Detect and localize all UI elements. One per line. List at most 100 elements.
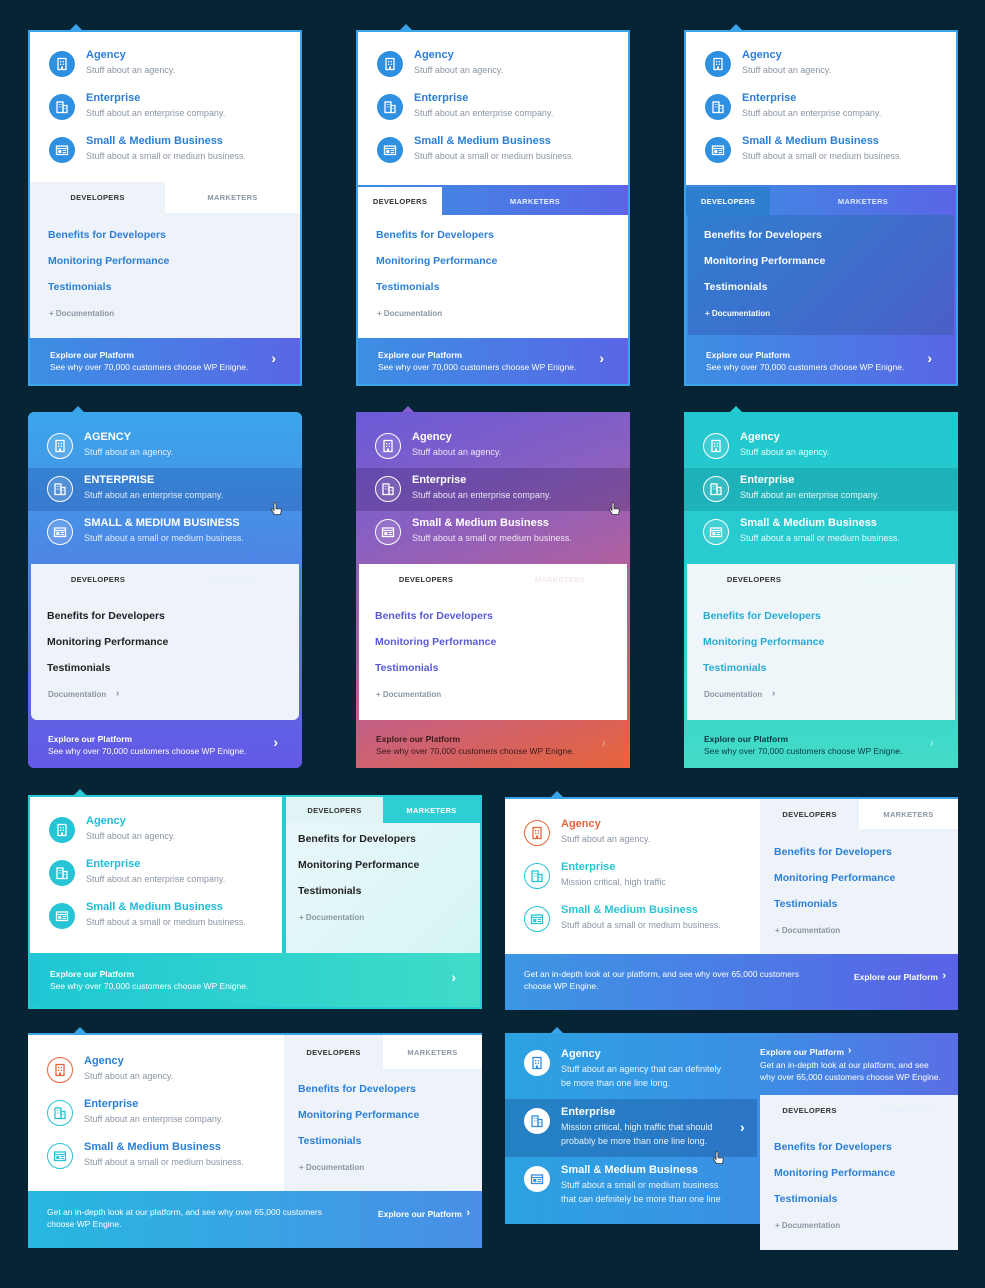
menu-item-enterprise[interactable]: Enterprise Stuff about an enterprise comp… bbox=[686, 91, 956, 125]
link-testimonials[interactable]: Testimonials bbox=[375, 662, 438, 674]
link-benefits[interactable]: Benefits for Developers bbox=[774, 846, 892, 858]
platform-footer[interactable]: Get an in-depth look at our platform, an… bbox=[28, 1191, 482, 1248]
documentation-link[interactable]: Documentation bbox=[704, 690, 762, 699]
link-testimonials[interactable]: Testimonials bbox=[48, 281, 111, 293]
link-testimonials[interactable]: Testimonials bbox=[376, 281, 439, 293]
menu-item-smb[interactable]: Small & Medium Business Stuff about a sma… bbox=[356, 516, 630, 550]
link-monitoring[interactable]: Monitoring Performance bbox=[376, 255, 497, 267]
tab-developers[interactable]: DEVELOPERS bbox=[687, 564, 821, 595]
link-testimonials[interactable]: Testimonials bbox=[704, 281, 767, 293]
link-testimonials[interactable]: Testimonials bbox=[774, 898, 837, 910]
link-testimonials[interactable]: Testimonials bbox=[298, 885, 361, 897]
chevron-right-icon[interactable]: › bbox=[740, 1119, 745, 1135]
documentation-link[interactable]: + Documentation bbox=[49, 309, 114, 318]
link-testimonials[interactable]: Testimonials bbox=[703, 662, 766, 674]
menu-item-enterprise[interactable]: ENTERPRISE Stuff about an enterprise comp… bbox=[28, 473, 302, 507]
chevron-right-icon[interactable]: › bbox=[927, 350, 932, 366]
tab-developers[interactable]: DEVELOPERS bbox=[286, 797, 383, 823]
documentation-link[interactable]: + Documentation bbox=[376, 690, 441, 699]
link-benefits[interactable]: Benefits for Developers bbox=[298, 833, 416, 845]
chevron-right-icon[interactable]: › bbox=[929, 734, 934, 750]
platform-footer[interactable]: Get an in-depth look at our platform, an… bbox=[505, 954, 958, 1010]
link-monitoring[interactable]: Monitoring Performance bbox=[298, 859, 419, 871]
menu-item-agency[interactable]: Agency Stuff about an agency. bbox=[684, 430, 958, 464]
link-benefits[interactable]: Benefits for Developers bbox=[47, 610, 165, 622]
tab-marketers[interactable]: MARKETERS bbox=[493, 564, 627, 595]
documentation-link[interactable]: + Documentation bbox=[299, 1163, 364, 1172]
tab-marketers[interactable]: MARKETERS bbox=[859, 799, 958, 829]
platform-footer[interactable]: Explore our Platform See why over 70,000 … bbox=[30, 953, 480, 1007]
tab-developers[interactable]: DEVELOPERS bbox=[760, 1095, 859, 1125]
menu-item-enterprise[interactable]: Enterprise Stuff about an enterprise comp… bbox=[684, 473, 958, 507]
chevron-right-icon[interactable]: › bbox=[273, 734, 278, 750]
tab-marketers[interactable]: MARKETERS bbox=[165, 182, 300, 213]
documentation-link[interactable]: + Documentation bbox=[775, 926, 840, 935]
link-benefits[interactable]: Benefits for Developers bbox=[375, 610, 493, 622]
chevron-right-icon[interactable]: › bbox=[599, 350, 604, 366]
tab-developers[interactable]: DEVELOPERS bbox=[30, 182, 165, 213]
link-monitoring[interactable]: Monitoring Performance bbox=[48, 255, 169, 267]
link-testimonials[interactable]: Testimonials bbox=[774, 1193, 837, 1205]
documentation-link[interactable]: + Documentation bbox=[775, 1221, 840, 1230]
tab-developers[interactable]: DEVELOPERS bbox=[686, 187, 770, 215]
menu-item-smb[interactable]: SMALL & MEDIUM BUSINESS Stuff about a sma… bbox=[28, 516, 302, 550]
link-monitoring[interactable]: Monitoring Performance bbox=[375, 636, 496, 648]
chevron-right-icon[interactable]: › bbox=[451, 969, 456, 985]
tab-marketers[interactable]: MARKETERS bbox=[383, 1035, 482, 1069]
link-benefits[interactable]: Benefits for Developers bbox=[48, 229, 166, 241]
explore-platform-link[interactable]: Explore our Platform bbox=[854, 972, 938, 982]
menu-item-enterprise[interactable]: Enterprise Mission critical, high traffic… bbox=[505, 1105, 757, 1155]
link-benefits[interactable]: Benefits for Developers bbox=[376, 229, 494, 241]
documentation-link[interactable]: Documentation bbox=[48, 690, 106, 699]
tab-developers[interactable]: DEVELOPERS bbox=[760, 799, 859, 829]
link-benefits[interactable]: Benefits for Developers bbox=[704, 229, 822, 241]
link-testimonials[interactable]: Testimonials bbox=[298, 1135, 361, 1147]
documentation-link[interactable]: + Documentation bbox=[377, 309, 442, 318]
link-monitoring[interactable]: Monitoring Performance bbox=[47, 636, 168, 648]
tab-marketers[interactable]: MARKETERS bbox=[442, 187, 628, 215]
platform-footer[interactable]: Explore our Platform See why over 70,000 … bbox=[358, 338, 628, 384]
link-monitoring[interactable]: Monitoring Performance bbox=[703, 636, 824, 648]
link-benefits[interactable]: Benefits for Developers bbox=[298, 1083, 416, 1095]
tab-marketers[interactable]: MARKETERS bbox=[165, 564, 299, 595]
tab-marketers[interactable]: MARKETERS bbox=[821, 564, 955, 595]
documentation-link[interactable]: + Documentation bbox=[705, 309, 770, 318]
menu-item-smb[interactable]: Small & Medium Business Stuff about a sma… bbox=[30, 134, 300, 168]
tab-developers[interactable]: DEVELOPERS bbox=[31, 564, 165, 595]
chevron-right-icon[interactable]: › bbox=[601, 734, 606, 750]
menu-item-smb[interactable]: Small & Medium Business Stuff about a sma… bbox=[684, 516, 958, 550]
menu-item-agency[interactable]: Agency Stuff about an agency. bbox=[358, 48, 628, 82]
menu-item-agency[interactable]: AGENCY Stuff about an agency. bbox=[28, 430, 302, 464]
menu-item-agency[interactable]: Agency Stuff about an agency. bbox=[356, 430, 630, 464]
tab-developers[interactable]: DEVELOPERS bbox=[284, 1035, 383, 1069]
menu-item-smb[interactable]: Small & Medium Business Stuff about a sma… bbox=[686, 134, 956, 168]
explore-platform-link[interactable]: Explore our Platform bbox=[760, 1047, 844, 1057]
menu-item-enterprise[interactable]: Enterprise Stuff about an enterprise comp… bbox=[30, 91, 300, 125]
tab-marketers[interactable]: MARKETERS bbox=[383, 797, 480, 823]
tab-marketers[interactable]: MARKETERS bbox=[859, 1095, 958, 1125]
menu-item-smb[interactable]: Small & Medium Business Stuff about a sma… bbox=[358, 134, 628, 168]
link-monitoring[interactable]: Monitoring Performance bbox=[774, 1167, 895, 1179]
platform-footer[interactable]: Explore our Platform See why over 70,000 … bbox=[30, 338, 300, 384]
menu-item-agency[interactable]: Agency Stuff about an agency that can def… bbox=[505, 1047, 757, 1097]
platform-footer[interactable]: Explore our Platform See why over 70,000 … bbox=[28, 722, 302, 768]
link-monitoring[interactable]: Monitoring Performance bbox=[704, 255, 825, 267]
menu-item-agency[interactable]: Agency Stuff about an agency. bbox=[686, 48, 956, 82]
menu-item-agency[interactable]: Agency Stuff about an agency. bbox=[30, 48, 300, 82]
link-benefits[interactable]: Benefits for Developers bbox=[703, 610, 821, 622]
tab-developers[interactable]: DEVELOPERS bbox=[359, 564, 493, 595]
chevron-right-icon[interactable]: › bbox=[271, 350, 276, 366]
link-monitoring[interactable]: Monitoring Performance bbox=[298, 1109, 419, 1121]
tab-marketers[interactable]: MARKETERS bbox=[770, 187, 956, 215]
link-monitoring[interactable]: Monitoring Performance bbox=[774, 872, 895, 884]
menu-item-enterprise[interactable]: Enterprise Stuff about an enterprise comp… bbox=[356, 473, 630, 507]
tab-developers[interactable]: DEVELOPERS bbox=[358, 187, 442, 215]
menu-item-enterprise[interactable]: Enterprise Stuff about an enterprise comp… bbox=[358, 91, 628, 125]
documentation-link[interactable]: + Documentation bbox=[299, 913, 364, 922]
menu-item-smb[interactable]: Small & Medium Business Stuff about a sma… bbox=[505, 1163, 757, 1213]
explore-platform-link[interactable]: Explore our Platform bbox=[378, 1209, 462, 1219]
link-benefits[interactable]: Benefits for Developers bbox=[774, 1141, 892, 1153]
link-testimonials[interactable]: Testimonials bbox=[47, 662, 110, 674]
platform-footer[interactable]: Explore our Platform See why over 70,000 … bbox=[686, 338, 956, 384]
platform-footer[interactable]: Explore our Platform See why over 70,000 … bbox=[684, 722, 958, 768]
